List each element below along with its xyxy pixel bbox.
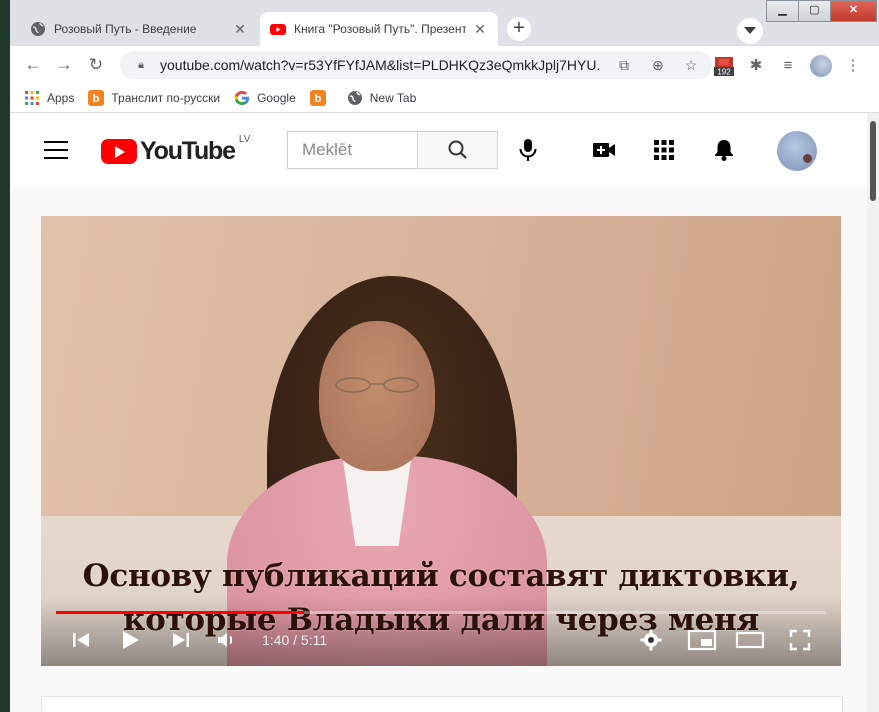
tab-strip: Розовый Путь - Введение ✕ Книга "Розовый…: [10, 0, 879, 46]
youtube-page: YouTube LV Meklēt Основу публикаций сост…: [10, 113, 867, 712]
search-button[interactable]: [417, 131, 498, 169]
hamburger-menu-icon[interactable]: [44, 141, 68, 159]
reload-icon[interactable]: ↻: [85, 54, 107, 76]
tab-search-icon[interactable]: [737, 18, 763, 44]
browser-toolbar: ← → ↻ 🔒︎ youtube.com/watch?v=r53YfFYfJAM…: [10, 46, 879, 84]
microphone-icon[interactable]: [515, 137, 541, 163]
maximize-button[interactable]: ▢: [798, 0, 831, 22]
close-window-button[interactable]: ✕: [830, 0, 877, 22]
tab-introduction[interactable]: Розовый Путь - Введение ✕: [20, 12, 258, 46]
window-controls: ▁ ▢ ✕: [766, 0, 877, 22]
youtube-play-logo-icon: [101, 139, 137, 164]
search-input[interactable]: Meklēt: [287, 131, 417, 169]
bookmark-label: Транслит по-русски: [111, 91, 221, 105]
globe-icon: [347, 91, 362, 105]
progress-played: [56, 611, 304, 614]
bookmark-label: Google: [257, 91, 296, 105]
google-icon: [234, 91, 250, 105]
search-icon: [448, 140, 467, 159]
bookmark-translit-2[interactable]: b: [309, 90, 333, 106]
volume-icon[interactable]: [215, 628, 239, 652]
play-icon[interactable]: [118, 628, 142, 652]
create-video-icon[interactable]: [591, 137, 617, 163]
apps-grid-icon: [25, 91, 39, 105]
notifications-bell-icon[interactable]: [711, 137, 737, 163]
page-scrollbar[interactable]: [867, 113, 879, 712]
next-icon[interactable]: [169, 628, 193, 652]
zoom-icon[interactable]: ⊕: [648, 55, 668, 75]
scrollbar-thumb[interactable]: [870, 121, 876, 201]
tab-presentation[interactable]: Книга "Розовый Путь". Презентация ✕: [260, 12, 498, 46]
globe-icon: [31, 22, 45, 36]
lock-icon: 🔒︎: [138, 58, 144, 71]
previous-icon[interactable]: [69, 628, 93, 652]
browser-window: Розовый Путь - Введение ✕ Книга "Розовый…: [10, 0, 879, 712]
translit-icon: b: [309, 90, 326, 106]
bookmark-label: Apps: [47, 91, 75, 105]
video-player[interactable]: Основу публикаций составят диктовки, кот…: [41, 216, 841, 666]
bookmark-google[interactable]: Google: [234, 90, 296, 106]
bookmark-label: New Tab: [369, 91, 417, 105]
new-tab-button[interactable]: +: [507, 17, 531, 41]
video-frame-glasses: [335, 377, 419, 393]
profile-avatar[interactable]: [810, 55, 832, 77]
close-tab-icon[interactable]: ✕: [232, 21, 248, 38]
miniplayer-icon[interactable]: [687, 628, 717, 652]
theater-mode-icon[interactable]: [735, 628, 765, 652]
video-info-card: [41, 696, 843, 712]
apps-icon[interactable]: [651, 137, 677, 163]
tab-title: Розовый Путь - Введение: [54, 22, 197, 36]
svg-text:b: b: [314, 93, 321, 105]
tab-title: Книга "Розовый Путь". Презентация: [294, 22, 466, 36]
subtitle-line-1: Основу публикаций составят диктовки,: [82, 558, 800, 594]
svg-text:b: b: [93, 93, 100, 105]
bookmarks-bar: Apps b Транслит по-русски Google b New T…: [10, 84, 879, 113]
minimize-button[interactable]: ▁: [766, 0, 799, 22]
bookmark-apps[interactable]: Apps: [24, 90, 74, 106]
subtitle-line-2: которые Владыки дали через меня: [123, 602, 759, 638]
bookmark-new-tab[interactable]: New Tab: [347, 90, 416, 106]
close-tab-icon[interactable]: ✕: [472, 21, 488, 38]
video-frame-person-face: [319, 321, 435, 471]
fullscreen-icon[interactable]: [788, 628, 812, 652]
extensions-puzzle-icon[interactable]: ✱: [745, 55, 767, 77]
extension-badge: 192: [717, 68, 731, 77]
open-in-app-icon[interactable]: ⧉: [614, 55, 634, 75]
address-bar[interactable]: 🔒︎ youtube.com/watch?v=r53YfFYfJAM&list=…: [120, 51, 712, 79]
youtube-wordmark: YouTube: [140, 137, 236, 165]
time-display: 1:40 / 5:11: [262, 632, 328, 648]
account-avatar[interactable]: [777, 131, 817, 171]
youtube-icon: [270, 24, 286, 35]
translit-icon: b: [88, 90, 105, 106]
menu-dots-icon[interactable]: ⋮: [842, 55, 864, 77]
settings-gear-icon[interactable]: [639, 628, 663, 652]
back-arrow-icon[interactable]: ←: [22, 54, 44, 76]
youtube-logo[interactable]: YouTube LV: [101, 134, 251, 166]
youtube-header: YouTube LV Meklēt: [10, 113, 867, 186]
url-text[interactable]: youtube.com/watch?v=r53YfFYfJAM&list=PLD…: [160, 57, 600, 73]
bookmark-star-icon[interactable]: ☆: [681, 55, 701, 75]
media-control-icon[interactable]: ≡: [777, 55, 799, 77]
region-code: LV: [238, 134, 251, 145]
extension-calendar-icon[interactable]: 192: [713, 55, 735, 77]
forward-arrow-icon[interactable]: →: [53, 54, 75, 76]
progress-bar[interactable]: [56, 611, 826, 614]
bookmark-translit[interactable]: b Транслит по-русски: [88, 90, 220, 106]
